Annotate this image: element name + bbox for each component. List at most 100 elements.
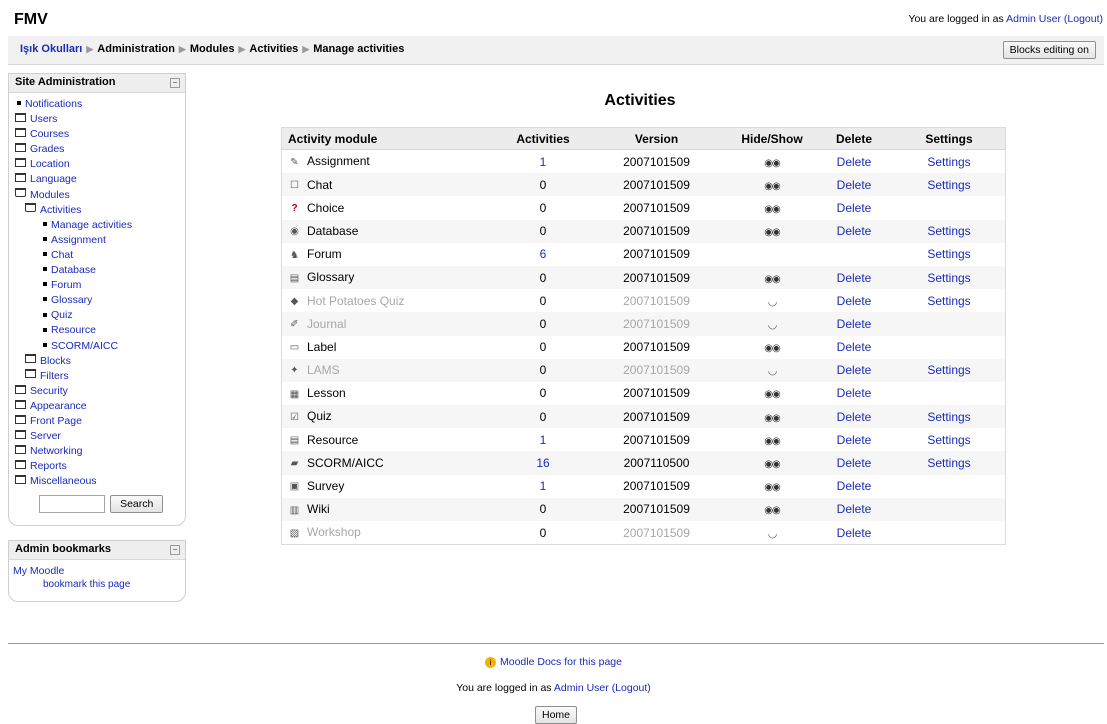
sidebar-item-label[interactable]: Quiz [51,309,73,321]
user-link[interactable]: Admin User [1006,13,1061,25]
sidebar-item[interactable]: Users [9,112,185,127]
sidebar-item[interactable]: Filters [9,369,185,384]
settings-link[interactable]: Settings [927,271,970,285]
delete-link[interactable]: Delete [837,224,872,238]
footer-logout-link[interactable]: (Logout) [612,682,651,694]
eye-open-icon[interactable]: ◉◉ [764,389,780,400]
sidebar-item-label[interactable]: Blocks [40,355,71,367]
eye-open-icon[interactable]: ◉◉ [764,436,780,447]
delete-link[interactable]: Delete [837,294,872,308]
my-moodle-link[interactable]: My Moodle [13,565,64,577]
sidebar-item[interactable]: Manage activities [9,218,185,233]
sidebar-item[interactable]: Grades [9,142,185,157]
settings-link[interactable]: Settings [927,224,970,238]
sidebar-item-label[interactable]: Forum [51,279,81,291]
sidebar-item-label[interactable]: Chat [51,249,73,261]
sidebar-item[interactable]: Language [9,172,185,187]
sidebar-item-label[interactable]: Appearance [30,400,87,412]
sidebar-item-label[interactable]: Notifications [25,98,82,110]
delete-link[interactable]: Delete [837,363,872,377]
sidebar-item[interactable]: Courses [9,127,185,142]
sidebar-item-label[interactable]: Courses [30,128,69,140]
sidebar-item-label[interactable]: Assignment [51,234,106,246]
admin-search-input[interactable] [39,495,105,514]
sidebar-item-label[interactable]: Front Page [30,415,82,427]
sidebar-item[interactable]: Notifications [9,97,185,112]
sidebar-item-label[interactable]: Language [30,173,77,185]
sidebar-item-label[interactable]: Glossary [51,294,92,306]
eye-closed-icon[interactable]: ◡ [768,295,778,308]
sidebar-item[interactable]: Server [9,429,185,444]
eye-open-icon[interactable]: ◉◉ [764,413,780,424]
sidebar-item-label[interactable]: Manage activities [51,219,132,231]
eye-open-icon[interactable]: ◉◉ [764,204,780,215]
settings-link[interactable]: Settings [927,433,970,447]
sidebar-item[interactable]: Quiz [9,308,185,323]
sidebar-item-label[interactable]: Activities [40,204,81,216]
delete-link[interactable]: Delete [837,155,872,169]
delete-link[interactable]: Delete [837,456,872,470]
sidebar-item[interactable]: Networking [9,444,185,459]
sidebar-item-label[interactable]: Users [30,113,57,125]
eye-open-icon[interactable]: ◉◉ [764,227,780,238]
blocks-editing-button[interactable]: Blocks editing on [1002,41,1096,59]
activity-count-link[interactable]: 16 [536,456,549,470]
settings-link[interactable]: Settings [927,363,970,377]
sidebar-item-label[interactable]: Resource [51,324,96,336]
sidebar-item[interactable]: Reports [9,459,185,474]
logout-link[interactable]: (Logout) [1064,13,1103,25]
settings-link[interactable]: Settings [927,247,970,261]
eye-open-icon[interactable]: ◉◉ [764,459,780,470]
eye-open-icon[interactable]: ◉◉ [764,505,780,516]
sidebar-item[interactable]: Resource [9,323,185,338]
delete-link[interactable]: Delete [837,340,872,354]
activity-count-link[interactable]: 6 [540,247,547,261]
sidebar-item[interactable]: SCORM/AICC [9,339,185,354]
sidebar-item-label[interactable]: Modules [30,189,70,201]
delete-link[interactable]: Delete [837,201,872,215]
sidebar-item[interactable]: Security [9,384,185,399]
sidebar-item[interactable]: Modules [9,188,185,203]
activity-count-link[interactable]: 1 [540,155,547,169]
home-button[interactable]: Home [535,706,578,724]
sidebar-item-label[interactable]: Networking [30,445,83,457]
delete-link[interactable]: Delete [837,479,872,493]
settings-link[interactable]: Settings [927,155,970,169]
eye-open-icon[interactable]: ◉◉ [764,181,780,192]
eye-closed-icon[interactable]: ◡ [768,364,778,377]
eye-open-icon[interactable]: ◉◉ [764,158,780,169]
sidebar-item-label[interactable]: Reports [30,460,67,472]
eye-closed-icon[interactable]: ◡ [768,318,778,331]
collapse-icon[interactable]: − [170,545,180,555]
settings-link[interactable]: Settings [927,178,970,192]
eye-open-icon[interactable]: ◉◉ [764,482,780,493]
sidebar-item[interactable]: Assignment [9,233,185,248]
sidebar-item-label[interactable]: Grades [30,143,64,155]
delete-link[interactable]: Delete [837,433,872,447]
delete-link[interactable]: Delete [837,386,872,400]
settings-link[interactable]: Settings [927,410,970,424]
sidebar-item-label[interactable]: Location [30,158,70,170]
delete-link[interactable]: Delete [837,317,872,331]
sidebar-item-label[interactable]: Security [30,385,68,397]
activity-count-link[interactable]: 1 [540,433,547,447]
eye-open-icon[interactable]: ◉◉ [764,274,780,285]
search-button[interactable]: Search [110,495,164,514]
delete-link[interactable]: Delete [837,271,872,285]
sidebar-item-label[interactable]: SCORM/AICC [51,340,118,352]
sidebar-item[interactable]: Chat [9,248,185,263]
bookmark-this-page-link[interactable]: bookmark this page [43,579,130,590]
collapse-icon[interactable]: − [170,78,180,88]
sidebar-item[interactable]: Appearance [9,399,185,414]
sidebar-item[interactable]: Location [9,157,185,172]
activity-count-link[interactable]: 1 [540,479,547,493]
eye-closed-icon[interactable]: ◡ [768,527,778,540]
sidebar-item[interactable]: Activities [9,203,185,218]
delete-link[interactable]: Delete [837,526,872,540]
footer-user-link[interactable]: Admin User [554,682,609,694]
settings-link[interactable]: Settings [927,294,970,308]
sidebar-item[interactable]: Blocks [9,354,185,369]
moodle-docs-link[interactable]: Moodle Docs for this page [500,656,622,668]
delete-link[interactable]: Delete [837,178,872,192]
sidebar-item-label[interactable]: Filters [40,370,69,382]
